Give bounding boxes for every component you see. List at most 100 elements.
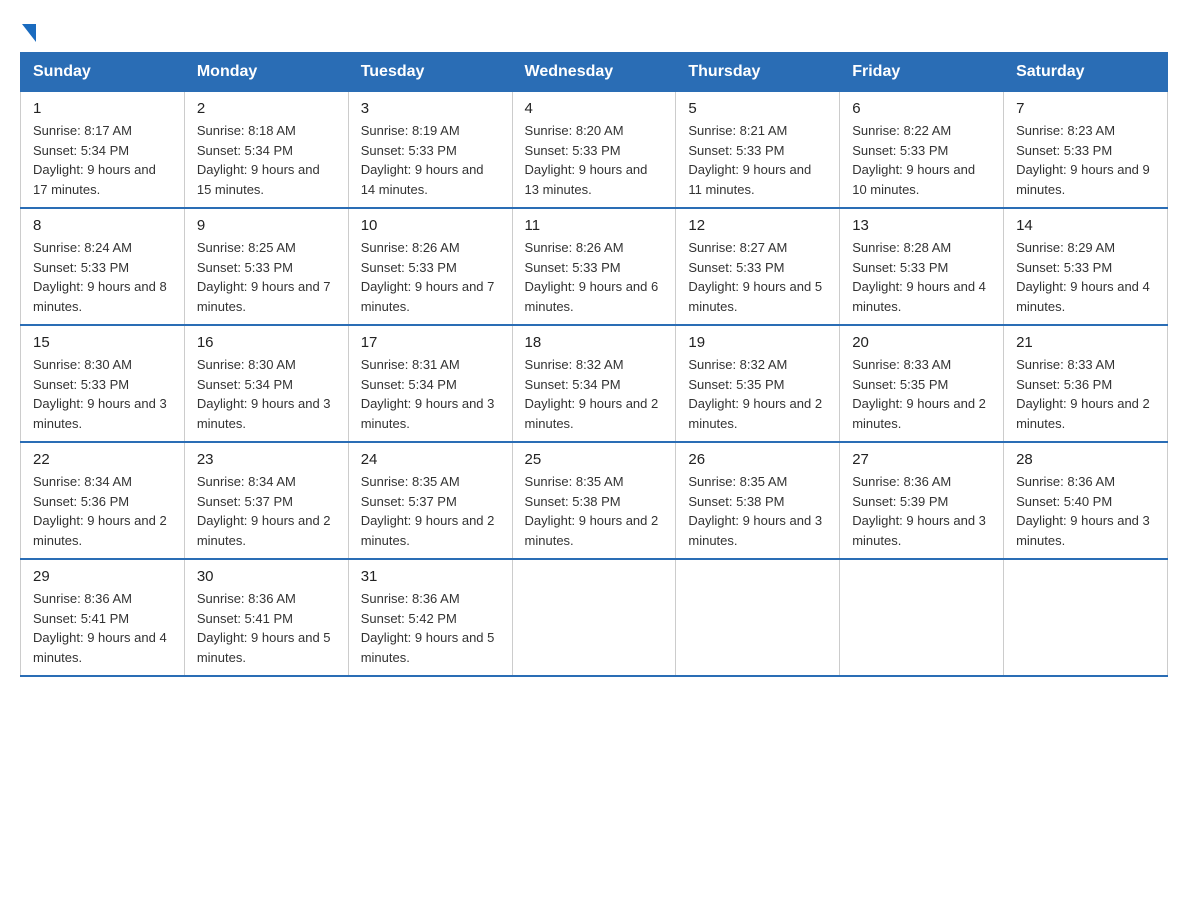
calendar-cell: 30 Sunrise: 8:36 AM Sunset: 5:41 PM Dayl… <box>184 559 348 676</box>
day-info: Sunrise: 8:35 AM Sunset: 5:38 PM Dayligh… <box>525 472 664 550</box>
day-info: Sunrise: 8:35 AM Sunset: 5:37 PM Dayligh… <box>361 472 500 550</box>
day-number: 18 <box>525 334 664 351</box>
calendar-cell: 13 Sunrise: 8:28 AM Sunset: 5:33 PM Dayl… <box>840 208 1004 325</box>
calendar-cell: 17 Sunrise: 8:31 AM Sunset: 5:34 PM Dayl… <box>348 325 512 442</box>
day-number: 7 <box>1016 100 1155 117</box>
calendar-cell <box>840 559 1004 676</box>
day-number: 14 <box>1016 217 1155 234</box>
day-number: 6 <box>852 100 991 117</box>
calendar-cell: 26 Sunrise: 8:35 AM Sunset: 5:38 PM Dayl… <box>676 442 840 559</box>
day-info: Sunrise: 8:33 AM Sunset: 5:36 PM Dayligh… <box>1016 355 1155 433</box>
calendar-cell: 7 Sunrise: 8:23 AM Sunset: 5:33 PM Dayli… <box>1004 92 1168 209</box>
calendar-week-4: 22 Sunrise: 8:34 AM Sunset: 5:36 PM Dayl… <box>21 442 1168 559</box>
calendar-table: SundayMondayTuesdayWednesdayThursdayFrid… <box>20 52 1168 677</box>
calendar-cell: 15 Sunrise: 8:30 AM Sunset: 5:33 PM Dayl… <box>21 325 185 442</box>
calendar-cell: 31 Sunrise: 8:36 AM Sunset: 5:42 PM Dayl… <box>348 559 512 676</box>
calendar-cell: 19 Sunrise: 8:32 AM Sunset: 5:35 PM Dayl… <box>676 325 840 442</box>
col-header-thursday: Thursday <box>676 53 840 92</box>
day-info: Sunrise: 8:21 AM Sunset: 5:33 PM Dayligh… <box>688 121 827 199</box>
day-number: 9 <box>197 217 336 234</box>
calendar-cell <box>512 559 676 676</box>
day-number: 10 <box>361 217 500 234</box>
day-number: 30 <box>197 568 336 585</box>
day-number: 25 <box>525 451 664 468</box>
day-info: Sunrise: 8:25 AM Sunset: 5:33 PM Dayligh… <box>197 238 336 316</box>
col-header-saturday: Saturday <box>1004 53 1168 92</box>
calendar-cell <box>676 559 840 676</box>
day-number: 17 <box>361 334 500 351</box>
day-info: Sunrise: 8:19 AM Sunset: 5:33 PM Dayligh… <box>361 121 500 199</box>
calendar-week-5: 29 Sunrise: 8:36 AM Sunset: 5:41 PM Dayl… <box>21 559 1168 676</box>
day-info: Sunrise: 8:30 AM Sunset: 5:33 PM Dayligh… <box>33 355 172 433</box>
calendar-cell: 29 Sunrise: 8:36 AM Sunset: 5:41 PM Dayl… <box>21 559 185 676</box>
day-info: Sunrise: 8:36 AM Sunset: 5:42 PM Dayligh… <box>361 589 500 667</box>
logo <box>20 20 36 42</box>
day-info: Sunrise: 8:26 AM Sunset: 5:33 PM Dayligh… <box>525 238 664 316</box>
day-number: 13 <box>852 217 991 234</box>
day-info: Sunrise: 8:22 AM Sunset: 5:33 PM Dayligh… <box>852 121 991 199</box>
calendar-cell: 2 Sunrise: 8:18 AM Sunset: 5:34 PM Dayli… <box>184 92 348 209</box>
day-info: Sunrise: 8:36 AM Sunset: 5:41 PM Dayligh… <box>197 589 336 667</box>
logo-arrow-icon <box>22 24 36 42</box>
day-number: 19 <box>688 334 827 351</box>
day-number: 11 <box>525 217 664 234</box>
calendar-cell: 10 Sunrise: 8:26 AM Sunset: 5:33 PM Dayl… <box>348 208 512 325</box>
calendar-cell: 1 Sunrise: 8:17 AM Sunset: 5:34 PM Dayli… <box>21 92 185 209</box>
calendar-cell: 18 Sunrise: 8:32 AM Sunset: 5:34 PM Dayl… <box>512 325 676 442</box>
day-info: Sunrise: 8:27 AM Sunset: 5:33 PM Dayligh… <box>688 238 827 316</box>
day-info: Sunrise: 8:31 AM Sunset: 5:34 PM Dayligh… <box>361 355 500 433</box>
day-info: Sunrise: 8:36 AM Sunset: 5:40 PM Dayligh… <box>1016 472 1155 550</box>
day-info: Sunrise: 8:26 AM Sunset: 5:33 PM Dayligh… <box>361 238 500 316</box>
day-number: 15 <box>33 334 172 351</box>
day-info: Sunrise: 8:36 AM Sunset: 5:39 PM Dayligh… <box>852 472 991 550</box>
day-number: 20 <box>852 334 991 351</box>
calendar-cell: 16 Sunrise: 8:30 AM Sunset: 5:34 PM Dayl… <box>184 325 348 442</box>
calendar-week-1: 1 Sunrise: 8:17 AM Sunset: 5:34 PM Dayli… <box>21 92 1168 209</box>
day-info: Sunrise: 8:33 AM Sunset: 5:35 PM Dayligh… <box>852 355 991 433</box>
day-number: 8 <box>33 217 172 234</box>
calendar-cell: 23 Sunrise: 8:34 AM Sunset: 5:37 PM Dayl… <box>184 442 348 559</box>
calendar-cell: 27 Sunrise: 8:36 AM Sunset: 5:39 PM Dayl… <box>840 442 1004 559</box>
calendar-cell: 22 Sunrise: 8:34 AM Sunset: 5:36 PM Dayl… <box>21 442 185 559</box>
day-info: Sunrise: 8:24 AM Sunset: 5:33 PM Dayligh… <box>33 238 172 316</box>
calendar-cell: 14 Sunrise: 8:29 AM Sunset: 5:33 PM Dayl… <box>1004 208 1168 325</box>
col-header-sunday: Sunday <box>21 53 185 92</box>
calendar-cell: 11 Sunrise: 8:26 AM Sunset: 5:33 PM Dayl… <box>512 208 676 325</box>
day-info: Sunrise: 8:34 AM Sunset: 5:36 PM Dayligh… <box>33 472 172 550</box>
day-number: 21 <box>1016 334 1155 351</box>
calendar-week-3: 15 Sunrise: 8:30 AM Sunset: 5:33 PM Dayl… <box>21 325 1168 442</box>
day-number: 5 <box>688 100 827 117</box>
day-info: Sunrise: 8:20 AM Sunset: 5:33 PM Dayligh… <box>525 121 664 199</box>
calendar-cell <box>1004 559 1168 676</box>
day-info: Sunrise: 8:32 AM Sunset: 5:34 PM Dayligh… <box>525 355 664 433</box>
calendar-cell: 6 Sunrise: 8:22 AM Sunset: 5:33 PM Dayli… <box>840 92 1004 209</box>
day-number: 22 <box>33 451 172 468</box>
day-number: 12 <box>688 217 827 234</box>
calendar-cell: 12 Sunrise: 8:27 AM Sunset: 5:33 PM Dayl… <box>676 208 840 325</box>
day-number: 3 <box>361 100 500 117</box>
calendar-week-2: 8 Sunrise: 8:24 AM Sunset: 5:33 PM Dayli… <box>21 208 1168 325</box>
day-info: Sunrise: 8:35 AM Sunset: 5:38 PM Dayligh… <box>688 472 827 550</box>
day-info: Sunrise: 8:36 AM Sunset: 5:41 PM Dayligh… <box>33 589 172 667</box>
day-info: Sunrise: 8:17 AM Sunset: 5:34 PM Dayligh… <box>33 121 172 199</box>
calendar-cell: 3 Sunrise: 8:19 AM Sunset: 5:33 PM Dayli… <box>348 92 512 209</box>
calendar-cell: 5 Sunrise: 8:21 AM Sunset: 5:33 PM Dayli… <box>676 92 840 209</box>
calendar-cell: 25 Sunrise: 8:35 AM Sunset: 5:38 PM Dayl… <box>512 442 676 559</box>
calendar-cell: 28 Sunrise: 8:36 AM Sunset: 5:40 PM Dayl… <box>1004 442 1168 559</box>
col-header-wednesday: Wednesday <box>512 53 676 92</box>
day-number: 24 <box>361 451 500 468</box>
day-number: 23 <box>197 451 336 468</box>
calendar-cell: 9 Sunrise: 8:25 AM Sunset: 5:33 PM Dayli… <box>184 208 348 325</box>
calendar-cell: 8 Sunrise: 8:24 AM Sunset: 5:33 PM Dayli… <box>21 208 185 325</box>
day-number: 26 <box>688 451 827 468</box>
day-number: 1 <box>33 100 172 117</box>
day-info: Sunrise: 8:18 AM Sunset: 5:34 PM Dayligh… <box>197 121 336 199</box>
day-info: Sunrise: 8:30 AM Sunset: 5:34 PM Dayligh… <box>197 355 336 433</box>
day-info: Sunrise: 8:29 AM Sunset: 5:33 PM Dayligh… <box>1016 238 1155 316</box>
calendar-cell: 20 Sunrise: 8:33 AM Sunset: 5:35 PM Dayl… <box>840 325 1004 442</box>
day-info: Sunrise: 8:32 AM Sunset: 5:35 PM Dayligh… <box>688 355 827 433</box>
calendar-cell: 4 Sunrise: 8:20 AM Sunset: 5:33 PM Dayli… <box>512 92 676 209</box>
col-header-tuesday: Tuesday <box>348 53 512 92</box>
day-number: 4 <box>525 100 664 117</box>
day-number: 2 <box>197 100 336 117</box>
